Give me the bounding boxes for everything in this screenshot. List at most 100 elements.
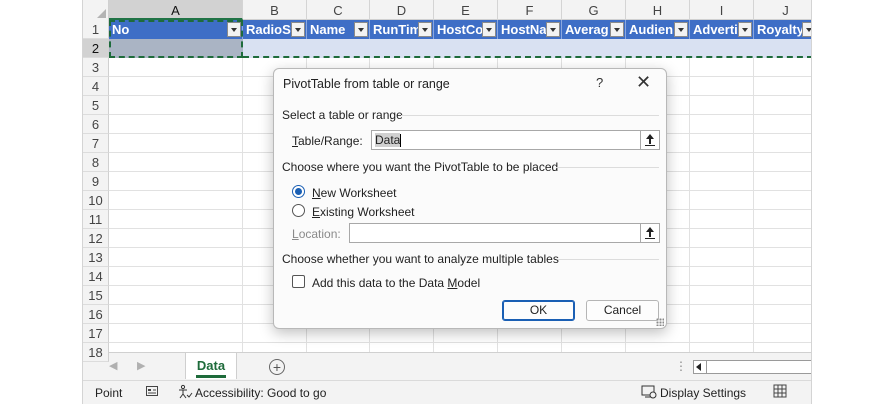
add-sheet-icon[interactable]: + — [269, 359, 285, 375]
row-header[interactable]: 13 — [83, 248, 109, 267]
table-header-cell[interactable]: Royalty — [754, 20, 811, 39]
row-header[interactable]: 9 — [83, 172, 109, 191]
data-model-label[interactable]: Add this data to the Data Model — [312, 276, 480, 290]
row-header[interactable]: 17 — [83, 324, 109, 343]
existing-worksheet-radio[interactable] — [292, 204, 305, 217]
table-header-cell[interactable]: Averag — [562, 20, 626, 39]
scroll-left-icon[interactable] — [696, 363, 701, 371]
filter-dropdown-icon[interactable] — [482, 22, 496, 37]
data-model-checkbox[interactable] — [292, 275, 305, 288]
dialog-title: PivotTable from table or range — [283, 77, 450, 91]
new-worksheet-label[interactable]: New Worksheet — [312, 186, 396, 200]
filter-dropdown-icon[interactable] — [610, 22, 624, 37]
col-header-g[interactable]: G — [562, 0, 626, 20]
range-label: Table/Range: — [292, 134, 363, 148]
accessibility-icon[interactable] — [177, 384, 193, 403]
table-header-cell[interactable]: HostCo — [434, 20, 498, 39]
row-header[interactable]: 8 — [83, 153, 109, 172]
section-divider — [558, 259, 659, 260]
display-settings-label[interactable]: Display Settings — [660, 386, 746, 400]
section-select-range: Select a table or range — [282, 108, 403, 122]
row-header[interactable]: 7 — [83, 134, 109, 153]
table-header-cell[interactable]: HostNa — [498, 20, 562, 39]
cancel-button[interactable]: Cancel — [586, 300, 659, 321]
row-header[interactable]: 1 — [83, 20, 109, 39]
header-text: HostNa — [501, 22, 547, 37]
col-header-e[interactable]: E — [434, 0, 498, 20]
copy-marquee — [109, 20, 243, 58]
row-header[interactable]: 5 — [83, 96, 109, 115]
pivottable-dialog: PivotTable from table or range ? ✕ Selec… — [273, 68, 667, 329]
select-all-corner[interactable] — [83, 0, 109, 20]
range-value: Data — [375, 133, 401, 147]
header-text: Audien — [629, 22, 674, 37]
table-range-input[interactable]: Data — [371, 130, 660, 150]
table-header-cell[interactable]: RunTim — [370, 20, 434, 39]
header-text: Adverti — [693, 22, 738, 37]
row-header[interactable]: 6 — [83, 115, 109, 134]
sheet-tab-bar: ◀ ▶ Data + ⋮ — [83, 352, 811, 380]
header-text: Averag — [565, 22, 609, 37]
row-header[interactable]: 4 — [83, 77, 109, 96]
tab-next-icon[interactable]: ▶ — [137, 359, 145, 372]
filter-dropdown-icon[interactable] — [291, 22, 305, 37]
filter-dropdown-icon[interactable] — [546, 22, 560, 37]
row-header[interactable]: 10 — [83, 191, 109, 210]
col-header-c[interactable]: C — [307, 0, 370, 20]
display-settings-icon[interactable] — [641, 384, 657, 403]
header-text: RadioSt — [246, 22, 296, 37]
copy-marquee-edge — [243, 56, 811, 58]
location-collapse-icon[interactable] — [640, 223, 660, 243]
accessibility-status[interactable]: Accessibility: Good to go — [195, 386, 326, 400]
row-header[interactable]: 2 — [83, 39, 109, 58]
col-header-h[interactable]: H — [626, 0, 690, 20]
normal-view-icon[interactable] — [773, 384, 787, 401]
help-icon[interactable]: ? — [596, 75, 603, 90]
mode-indicator: Point — [95, 386, 123, 400]
column-header-bar: A B C D E F G H I J — [83, 0, 811, 20]
location-label: Location: — [292, 227, 341, 241]
row-header[interactable]: 16 — [83, 305, 109, 324]
row-header[interactable]: 11 — [83, 210, 109, 229]
col-header-b[interactable]: B — [243, 0, 307, 20]
new-worksheet-radio[interactable] — [292, 185, 305, 198]
filter-dropdown-icon[interactable] — [738, 22, 752, 37]
resize-grip-icon[interactable] — [656, 318, 664, 326]
range-collapse-icon[interactable] — [640, 130, 660, 150]
col-header-d[interactable]: D — [370, 0, 434, 20]
sheet-tab-data[interactable]: Data — [185, 353, 237, 379]
horizontal-scrollbar[interactable] — [693, 360, 811, 374]
filter-dropdown-icon[interactable] — [674, 22, 688, 37]
macro-record-icon[interactable] — [145, 384, 159, 401]
col-header-i[interactable]: I — [690, 0, 754, 20]
filter-dropdown-icon[interactable] — [354, 22, 368, 37]
tab-prev-icon[interactable]: ◀ — [109, 359, 117, 372]
row-header[interactable]: 3 — [83, 58, 109, 77]
table-header-cell[interactable]: RadioSt — [243, 20, 307, 39]
table-header-cell[interactable]: Name — [307, 20, 370, 39]
table-header-cell[interactable]: Audien — [626, 20, 690, 39]
row-header[interactable]: 15 — [83, 286, 109, 305]
col-header-f[interactable]: F — [498, 0, 562, 20]
section-divider — [556, 167, 659, 168]
section-multiple-tables: Choose whether you want to analyze multi… — [282, 252, 559, 266]
row-header[interactable]: 12 — [83, 229, 109, 248]
table-header-cell[interactable]: Adverti — [690, 20, 754, 39]
section-divider — [401, 115, 659, 116]
row-header[interactable]: 14 — [83, 267, 109, 286]
row-header[interactable]: 18 — [83, 343, 109, 362]
header-text: RunTim — [373, 22, 422, 37]
filter-dropdown-icon[interactable] — [802, 22, 811, 37]
header-text: Name — [310, 22, 346, 37]
existing-worksheet-label[interactable]: Existing Worksheet — [312, 205, 415, 219]
col-header-a[interactable]: A — [109, 0, 243, 20]
header-text: HostCo — [437, 22, 484, 37]
section-placement: Choose where you want the PivotTable to … — [282, 160, 559, 174]
header-text: Royalty — [757, 22, 804, 37]
close-icon[interactable]: ✕ — [636, 72, 651, 93]
filter-dropdown-icon[interactable] — [418, 22, 432, 37]
split-handle-icon[interactable]: ⋮ — [675, 359, 687, 373]
col-header-j[interactable]: J — [754, 0, 811, 20]
location-input[interactable] — [349, 223, 660, 243]
ok-button[interactable]: OK — [502, 300, 575, 321]
